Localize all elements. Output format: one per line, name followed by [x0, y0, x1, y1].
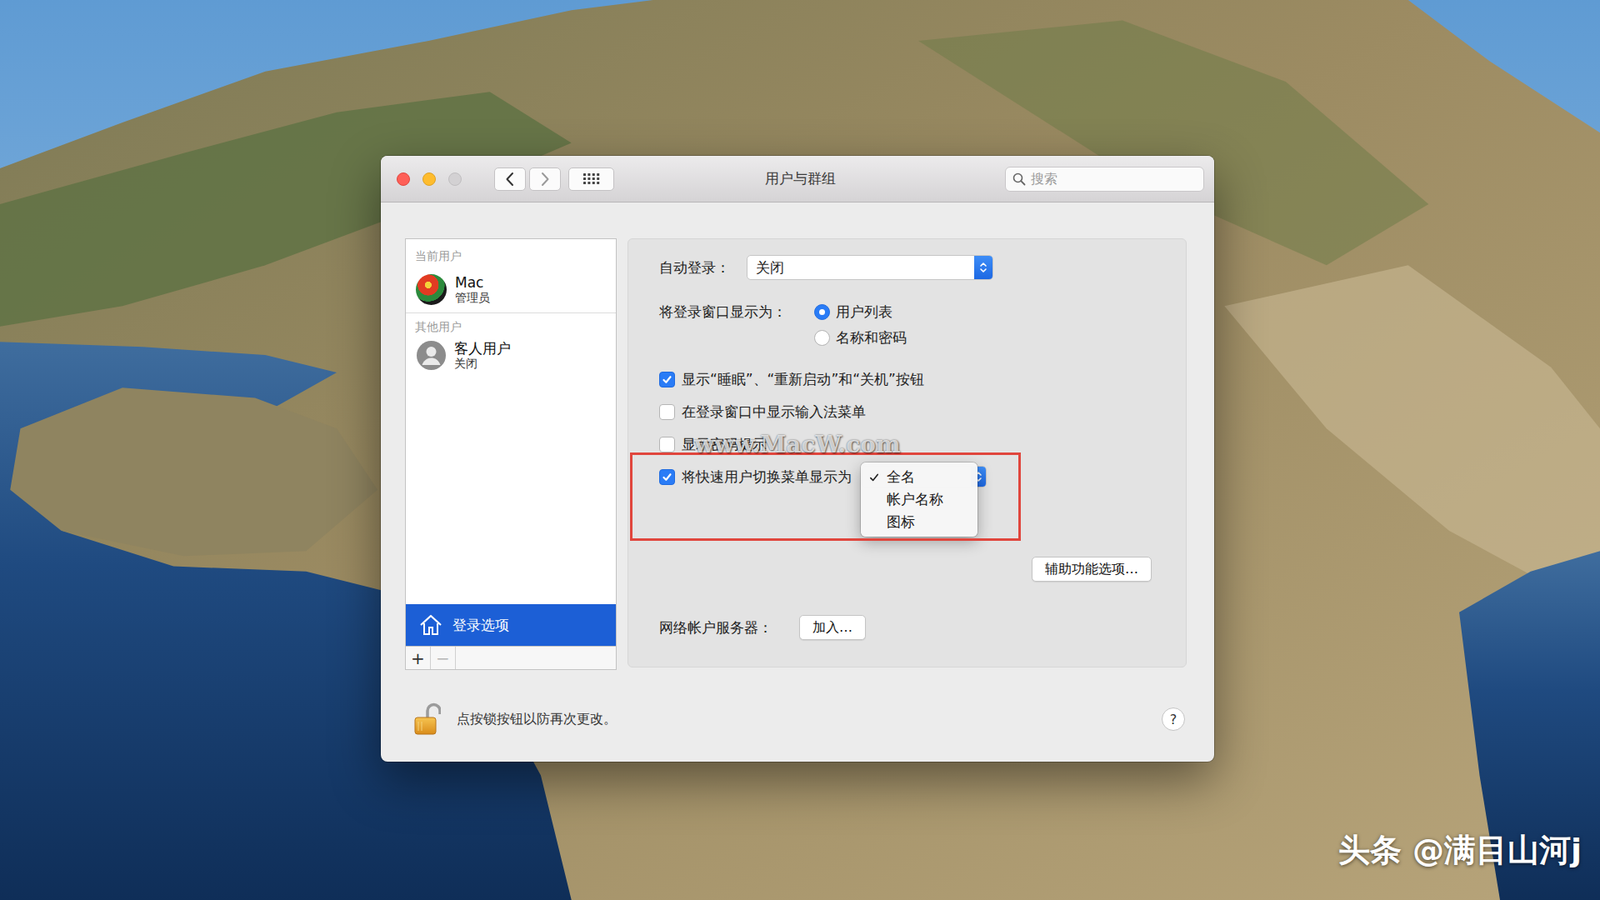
preferences-window: 用户与群组当前用户Mac管理员其他用户客人用户关闭登录选项+−自动登录：关闭将登…: [380, 155, 1215, 762]
network-server-label: 网络帐户服务器：: [659, 618, 800, 638]
grid-icon: [583, 173, 600, 185]
menu-item-label: 图标: [886, 512, 915, 532]
author-watermark: 头条 @满目山河j: [1338, 829, 1582, 872]
menu-item-label: 全名: [886, 467, 915, 487]
radio-button[interactable]: [814, 330, 830, 346]
forward-arrow-icon: [540, 171, 550, 187]
user-name: 客人用户: [454, 340, 511, 357]
checkbox[interactable]: [659, 371, 675, 388]
forward-button[interactable]: [529, 167, 561, 191]
lock-button[interactable]: [413, 702, 441, 736]
radio-label: 名称和密码: [835, 328, 907, 348]
add-user-button[interactable]: +: [405, 646, 431, 670]
fast-switch-popup[interactable]: 全名帐户名称图标: [861, 465, 987, 488]
lock-hint: 点按锁按钮以防再次更改。: [456, 710, 1162, 729]
user-name: Mac: [455, 274, 490, 291]
show-all-button[interactable]: [568, 167, 615, 191]
auto-login-label: 自动登录：: [659, 258, 747, 278]
open-lock-icon: [413, 702, 441, 736]
checkmark-icon: [661, 471, 673, 483]
menu-check: [869, 516, 881, 529]
login-window-options: 用户列表名称和密码: [814, 299, 907, 351]
menu-check: [869, 471, 881, 484]
menu-item[interactable]: 帐户名称: [860, 488, 978, 511]
back-arrow-icon: [505, 171, 515, 187]
menu-item[interactable]: 图标: [860, 510, 978, 534]
list-toolbar: +−: [405, 645, 616, 670]
checkmark-icon: [869, 472, 880, 483]
auto-login-value: 关闭: [755, 258, 785, 278]
login-window-label: 将登录窗口显示为：: [659, 299, 815, 325]
minimize-button[interactable]: [422, 172, 436, 186]
menu-check: [869, 494, 881, 506]
section-header: 当前用户: [405, 239, 616, 264]
window-title: 用户与群组: [756, 169, 845, 189]
user-row[interactable]: 客人用户关闭: [405, 336, 616, 374]
user-list: 当前用户 Mac管理员其他用户客人用户关闭登录选项 +−: [405, 238, 617, 670]
menu-item-label: 帐户名称: [886, 490, 944, 510]
help-button[interactable]: ?: [1161, 707, 1185, 731]
back-button[interactable]: [494, 167, 526, 191]
popup-arrows: [974, 255, 993, 280]
user-role: 关闭: [454, 356, 511, 371]
login-options-item[interactable]: 登录选项: [405, 604, 616, 646]
auto-login-row: 自动登录： 关闭: [659, 255, 1186, 280]
checkbox-label: 显示“睡眠”、“重新启动”和“关机”按钮: [681, 370, 925, 390]
up-down-chevron-icon: [979, 260, 988, 275]
magnifier-icon: [1012, 172, 1026, 186]
titlebar-controls: [396, 167, 757, 191]
title-bar: 用户与群组: [380, 155, 1215, 203]
navigation-buttons: [494, 167, 561, 191]
login-window-row: 将登录窗口显示为：用户列表名称和密码: [659, 299, 1186, 351]
checkbox[interactable]: [659, 404, 675, 420]
auto-login-popup[interactable]: 关闭: [746, 255, 994, 280]
user-text: 客人用户关闭: [454, 340, 511, 371]
network-server-row: 网络帐户服务器：加入…: [659, 615, 1186, 640]
login-options-label: 登录选项: [452, 615, 510, 635]
accessibility-options-button[interactable]: 辅助功能选项…: [1031, 556, 1152, 582]
user-row[interactable]: Mac管理员: [405, 270, 616, 308]
checkbox[interactable]: [659, 436, 675, 453]
checkbox-label: 在登录窗口中显示输入法菜单: [681, 402, 866, 422]
user-role: 管理员: [455, 290, 490, 305]
separator: [405, 312, 616, 314]
close-button[interactable]: [396, 172, 410, 186]
checkbox[interactable]: [659, 469, 675, 485]
radio-row[interactable]: 名称和密码: [814, 325, 907, 351]
join-button[interactable]: 加入…: [799, 615, 866, 640]
checkbox-row: 将快速用户切换菜单显示为全名帐户名称图标: [659, 465, 1186, 488]
remove-user-button: −: [430, 646, 456, 670]
checkbox-label: 将快速用户切换菜单显示为: [681, 467, 852, 487]
radio-button[interactable]: [814, 304, 830, 320]
list-space: [405, 373, 616, 605]
search-field[interactable]: [1030, 170, 1197, 187]
house-icon: [418, 613, 444, 637]
radio-label: 用户列表: [835, 302, 893, 322]
checkmark-icon: [661, 374, 673, 385]
zoom-button: [448, 172, 462, 186]
parrot-avatar-icon: [415, 274, 447, 305]
fast-switch-menu: 全名帐户名称图标: [860, 462, 978, 537]
menu-item[interactable]: 全名: [860, 465, 978, 489]
checkbox-row: 在登录窗口中显示输入法菜单: [659, 400, 1186, 423]
search-box: [1005, 166, 1205, 192]
user-text: Mac管理员: [455, 274, 490, 305]
section-header: 其他用户: [405, 313, 616, 335]
checkbox-row: 显示“睡眠”、“重新启动”和“关机”按钮: [659, 368, 1186, 390]
guest-avatar-icon: [416, 340, 446, 370]
site-watermark: www.MacW.com: [694, 430, 901, 459]
radio-row[interactable]: 用户列表: [814, 299, 907, 325]
footer-bar: 点按锁按钮以防再次更改。?: [380, 702, 1215, 736]
